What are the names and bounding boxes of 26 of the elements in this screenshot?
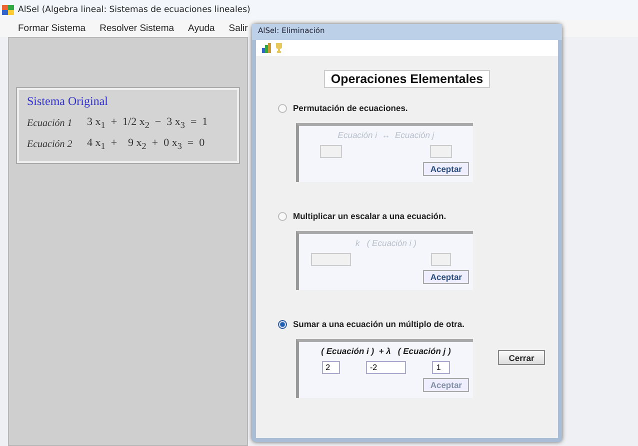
dialog-heading: Operaciones Elementales bbox=[324, 70, 490, 88]
app-icon bbox=[2, 5, 14, 15]
radio-dot[interactable] bbox=[278, 320, 287, 328]
equation-label: Ecuación 1 bbox=[27, 118, 74, 129]
menu-item[interactable]: Resolver Sistema bbox=[100, 23, 174, 34]
menu-item[interactable]: Ayuda bbox=[188, 23, 215, 34]
close-button[interactable]: Cerrar bbox=[498, 350, 545, 365]
operation-radio[interactable]: Sumar a una ecuación un múltiplo de otra. bbox=[278, 316, 558, 332]
input-field[interactable]: 1 bbox=[432, 360, 450, 374]
menu-item[interactable]: Formar Sistema bbox=[18, 23, 86, 34]
window-title: AlSel (Algebra lineal: Sistemas de ecuaciones lineales) bbox=[18, 5, 250, 15]
equation-expression: 4 x$_{1}$ + 9 x$_{2}$ + 0 x$_{3}$ = 0 bbox=[87, 137, 205, 152]
operation-formula: k ( Ecuación i ) bbox=[354, 238, 418, 248]
input-field[interactable] bbox=[310, 252, 351, 266]
input-field[interactable] bbox=[320, 144, 342, 158]
equation-expression: 3 x$_{1}$ + 1/2 x$_{2}$ − 3 x$_{3}$ = 1 bbox=[87, 116, 208, 131]
chart-icon[interactable] bbox=[262, 43, 272, 53]
system-title: Sistema Original bbox=[27, 94, 109, 109]
input-field[interactable]: 2 bbox=[322, 360, 340, 374]
input-field[interactable] bbox=[431, 252, 452, 266]
operation-formula: Ecuación i ↔ Ecuación j bbox=[336, 130, 436, 140]
menu-item[interactable]: Salir bbox=[228, 23, 248, 34]
equation-label: Ecuación 2 bbox=[27, 139, 74, 150]
operation-formula: ( Ecuación i ) + λ ( Ecuación j ) bbox=[320, 346, 452, 356]
input-field[interactable]: -2 bbox=[366, 360, 406, 374]
input-field[interactable] bbox=[430, 144, 452, 158]
